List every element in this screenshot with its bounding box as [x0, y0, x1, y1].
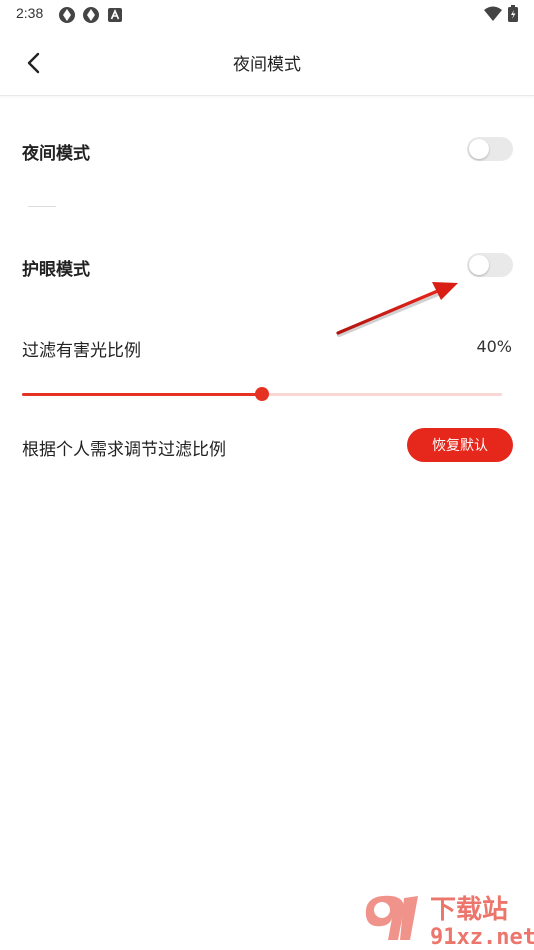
app-notification-icon — [83, 7, 99, 23]
hint-text: 根据个人需求调节过滤比例 — [22, 440, 226, 460]
eye-care-toggle[interactable] — [467, 253, 513, 277]
filter-ratio-slider[interactable] — [22, 387, 502, 401]
night-mode-toggle[interactable] — [467, 137, 513, 161]
a-letter-notification-icon — [108, 8, 122, 22]
battery-icon — [508, 5, 518, 22]
page-title: 夜间模式 — [233, 55, 301, 75]
wifi-icon — [484, 6, 502, 21]
watermark-logo: 下载站 91xz.net — [365, 895, 534, 950]
night-mode-label: 夜间模式 — [22, 144, 90, 164]
restore-default-button[interactable]: 恢复默认 — [407, 428, 513, 462]
filter-ratio-value: 40% — [476, 337, 512, 356]
divider — [28, 206, 56, 207]
app-bar: 夜间模式 — [0, 28, 534, 96]
filter-ratio-label: 过滤有害光比例 — [22, 341, 141, 361]
app-notification-icon — [59, 7, 75, 23]
slider-fill — [22, 393, 262, 396]
toggle-knob — [469, 139, 489, 159]
status-time: 2:38 — [16, 5, 44, 21]
watermark-site-text: 91xz.net — [430, 925, 534, 950]
watermark-brand-text: 下载站 — [430, 895, 508, 925]
eye-care-label: 护眼模式 — [22, 260, 90, 280]
slider-thumb[interactable] — [255, 387, 269, 401]
status-bar: 2:38 — [0, 0, 534, 28]
toggle-knob — [469, 255, 489, 275]
